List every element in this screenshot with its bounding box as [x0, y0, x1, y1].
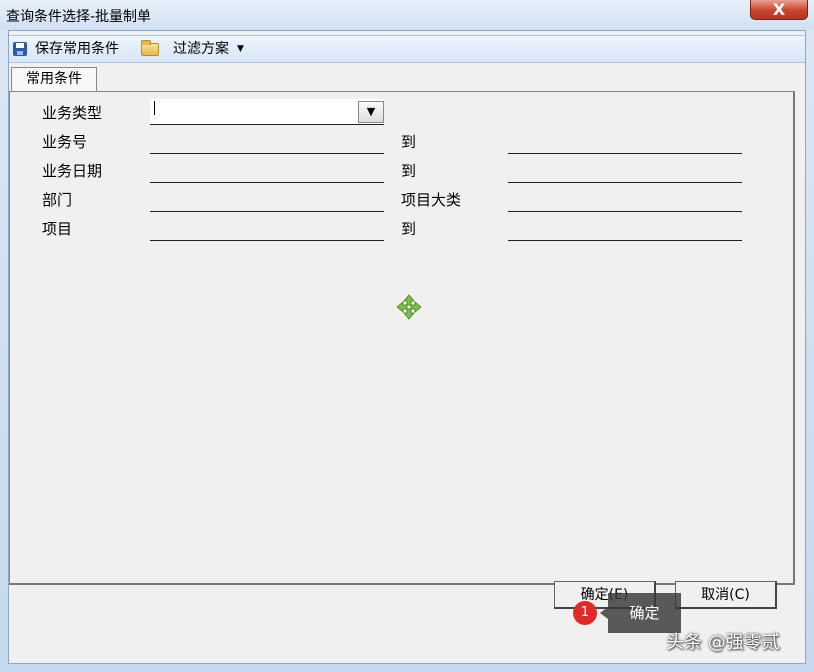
step-badge: 1 — [573, 601, 597, 625]
dialog-window: 查询条件选择-批量制单 X 保存常用条件 过滤方案 ▼ 常用条件 业务类型 ▼ — [0, 0, 814, 672]
project-from-input[interactable] — [150, 240, 384, 241]
project-category-label: 项目大类 — [401, 191, 462, 209]
conditions-panel: 业务类型 ▼ 业务号 到 业务日期 到 部门 项目大类 项目 到 — [9, 91, 795, 585]
business-date-to-input[interactable] — [508, 182, 742, 183]
business-date-label: 业务日期 — [42, 162, 103, 180]
close-button[interactable]: X — [750, 0, 808, 20]
business-type-select[interactable]: ▼ — [150, 99, 384, 125]
project-to-input[interactable] — [508, 240, 742, 241]
dialog-client: 保存常用条件 过滤方案 ▼ 常用条件 业务类型 ▼ 业务号 到 业务日期 到 部… — [8, 30, 806, 664]
toolbar: 保存常用条件 过滤方案 ▼ — [9, 35, 805, 63]
dropdown-arrow-icon[interactable]: ▼ — [358, 101, 384, 123]
business-date-from-input[interactable] — [150, 182, 384, 183]
text-cursor — [154, 101, 155, 115]
move-arrows-icon — [396, 294, 422, 320]
business-no-label: 业务号 — [42, 133, 88, 151]
save-icon — [13, 42, 27, 56]
folder-open-icon — [141, 39, 159, 56]
filter-scheme-label: 过滤方案 — [173, 41, 229, 57]
cancel-button[interactable]: 取消(C) — [675, 581, 777, 609]
business-no-to-input[interactable] — [508, 153, 742, 154]
department-input[interactable] — [150, 211, 384, 212]
chevron-down-icon[interactable]: ▼ — [237, 36, 244, 62]
window-title: 查询条件选择-批量制单 — [6, 9, 152, 25]
tooltip: 确定 — [600, 593, 681, 633]
watermark: 头条 @强零贰 — [666, 632, 780, 653]
business-no-from-input[interactable] — [150, 153, 384, 154]
department-label: 部门 — [42, 191, 73, 209]
filter-scheme-button[interactable]: 过滤方案 ▼ — [141, 36, 244, 62]
save-common-conditions-label: 保存常用条件 — [35, 41, 119, 57]
save-common-conditions-button[interactable]: 保存常用条件 — [13, 36, 119, 62]
business-date-to-label: 到 — [401, 162, 417, 180]
project-label: 项目 — [42, 220, 73, 238]
business-no-to-label: 到 — [401, 133, 417, 151]
project-category-input[interactable] — [508, 211, 742, 212]
title-bar[interactable]: 查询条件选择-批量制单 X — [0, 0, 814, 30]
project-to-label: 到 — [401, 220, 417, 238]
business-type-label: 业务类型 — [42, 104, 103, 122]
tab-common-conditions[interactable]: 常用条件 — [11, 67, 97, 91]
close-icon: X — [772, 0, 786, 19]
